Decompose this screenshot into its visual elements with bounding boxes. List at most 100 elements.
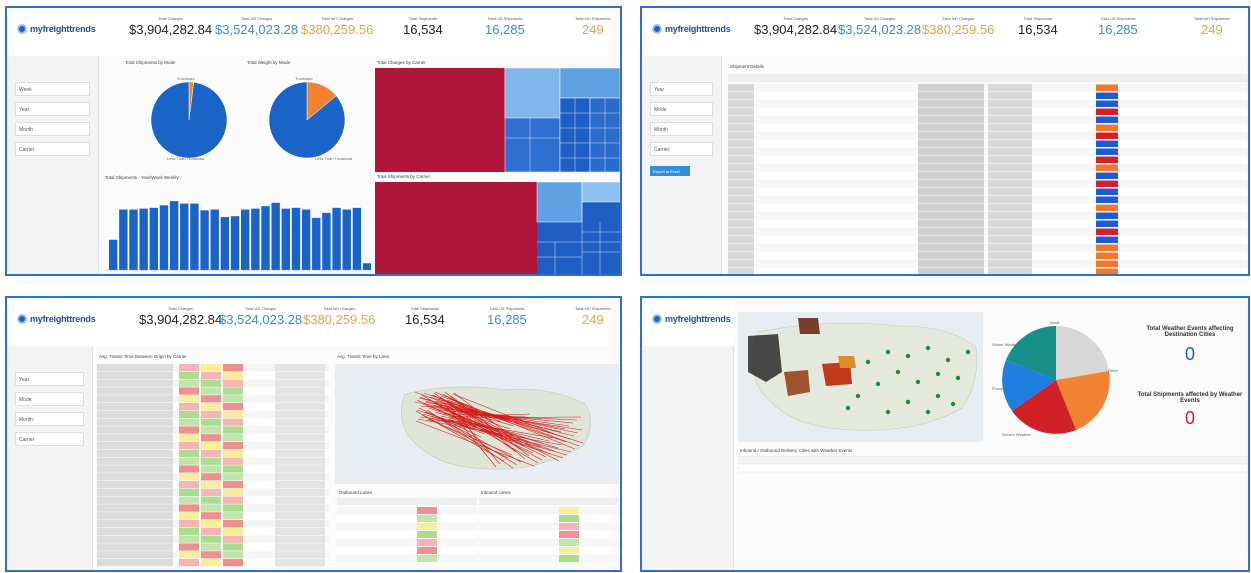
bar-W11 — [210, 209, 219, 270]
filter-year[interactable]: Year — [15, 102, 90, 116]
heat-cell — [179, 364, 199, 372]
cell-shade — [97, 559, 173, 567]
cell-shade — [988, 236, 1032, 244]
heat-cell — [179, 434, 199, 442]
heat-cell — [223, 465, 243, 473]
export-excel-button[interactable]: Export to Excel — [650, 166, 690, 176]
cell-shade — [728, 196, 754, 204]
cell-shade — [728, 220, 754, 228]
kpi-intl-charges: Total Int'l Charges $380,259.56 — [301, 16, 374, 37]
table-row[interactable] — [337, 507, 477, 514]
table-row[interactable] — [337, 515, 477, 522]
status-cell — [1096, 244, 1118, 251]
filter-year[interactable]: Year — [15, 372, 84, 386]
cell-shade — [97, 512, 173, 520]
table-row[interactable] — [479, 515, 619, 522]
cell-shade — [728, 124, 754, 132]
heat-cell — [201, 442, 221, 450]
bar-W23 — [332, 207, 341, 270]
table-row[interactable] — [479, 523, 619, 530]
table-row[interactable] — [337, 539, 477, 546]
cell-shade — [728, 92, 754, 100]
filter-carrier[interactable]: Carrier — [650, 142, 713, 156]
cell-shade — [275, 488, 325, 496]
cell-shade — [275, 543, 325, 551]
status-cell — [1096, 204, 1118, 211]
table-row[interactable] — [479, 555, 619, 562]
weather-city-dot — [905, 399, 911, 405]
table-row[interactable] — [479, 539, 619, 546]
heat-cell — [223, 410, 243, 418]
heat-cell — [179, 496, 199, 504]
cell-shade — [918, 100, 984, 108]
filter-month[interactable]: Month — [15, 122, 90, 136]
filter-carrier[interactable]: Carrier — [15, 142, 90, 156]
cell-shade — [918, 244, 984, 252]
treemap2-title: Total Shipments by Carrier — [377, 174, 431, 179]
weather-city-dot — [905, 353, 911, 359]
filter-year[interactable]: Year — [650, 82, 713, 96]
heat-cell — [223, 403, 243, 411]
filter-mode[interactable]: Mode — [650, 102, 713, 116]
logo-text: myfreighttrends — [665, 24, 731, 34]
table-row[interactable] — [337, 523, 477, 530]
pie2-label-tl: Truckload — [295, 76, 312, 81]
filter-mode[interactable]: Mode — [15, 392, 84, 406]
table-row[interactable] — [479, 507, 619, 514]
bar-W12 — [220, 217, 230, 270]
cell-shade — [275, 434, 325, 442]
heat-cell — [201, 527, 221, 535]
filter-carrier[interactable]: Carrier — [15, 432, 84, 446]
table-row[interactable] — [337, 555, 477, 562]
bar-chart-weekly-shipments — [105, 201, 371, 271]
heat-cell — [417, 547, 437, 554]
heat-cell — [201, 496, 221, 504]
cell-shade — [988, 84, 1032, 92]
pie2-title: Total Weight by Mode — [247, 60, 291, 65]
table-row[interactable] — [479, 531, 619, 538]
status-cell — [1096, 252, 1118, 259]
weather-city-dot — [950, 401, 956, 407]
heat-cell — [201, 434, 221, 442]
bar-W2 — [119, 209, 128, 270]
cell-shade — [728, 116, 754, 124]
inbound-lanes-table — [479, 498, 619, 562]
cell-shade — [97, 551, 173, 559]
cell-shade — [988, 100, 1032, 108]
cell-shade — [275, 387, 325, 395]
treemap-cell — [581, 182, 620, 203]
bar-W1 — [109, 239, 118, 270]
cell-shade — [918, 116, 984, 124]
treemap-cell — [536, 182, 583, 223]
weather-cities-table — [738, 456, 1248, 473]
cell-shade — [728, 132, 754, 140]
cell-shade — [918, 204, 984, 212]
table-row[interactable] — [337, 547, 477, 554]
table-row[interactable] — [479, 547, 619, 554]
filter-month[interactable]: Month — [650, 122, 713, 136]
pie1-label-tl: Truckload — [177, 76, 194, 81]
status-cell — [1096, 108, 1118, 115]
heat-cell — [201, 465, 221, 473]
weather-city-dot — [925, 345, 931, 351]
heat-cell — [179, 543, 199, 551]
cell-shade — [275, 496, 325, 504]
heat-cell — [417, 507, 437, 514]
cell-shade — [97, 488, 173, 496]
cell-shade — [97, 496, 173, 504]
weather-city-dot — [955, 375, 961, 381]
cell-shade — [728, 100, 754, 108]
cell-shade — [988, 172, 1032, 180]
filter-week[interactable]: Week — [15, 82, 90, 96]
heat-cell — [179, 465, 199, 473]
heat-cell — [223, 395, 243, 403]
cell-shade — [918, 220, 984, 228]
filter-month[interactable]: Month — [15, 412, 84, 426]
heat-cell — [223, 457, 243, 465]
cell-shade — [275, 379, 325, 387]
table-row[interactable] — [337, 531, 477, 538]
bar-W26 — [362, 263, 371, 270]
cell-shade — [97, 473, 173, 481]
bar-W5 — [149, 207, 159, 270]
heat-cell — [223, 559, 243, 567]
